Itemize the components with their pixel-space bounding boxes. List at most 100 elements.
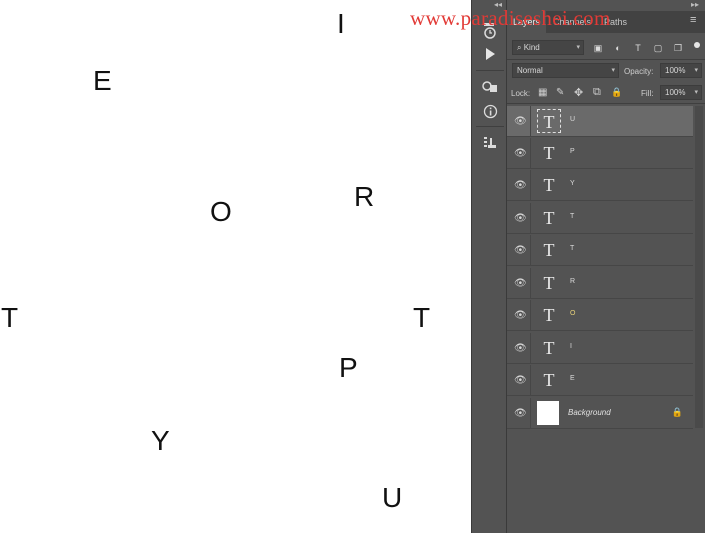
layers-scrollbar[interactable]	[695, 106, 703, 428]
opacity-value: 100%	[665, 66, 686, 75]
lock-label: Lock:	[511, 89, 531, 98]
canvas-letter-u[interactable]: U	[382, 484, 402, 512]
layer-row-background[interactable]: 👁 Background 🔒	[507, 398, 693, 429]
layer-row-t-1[interactable]: 👁 T T	[507, 203, 693, 234]
layer-row-t-2[interactable]: 👁 T T	[507, 235, 693, 266]
layer-row-u[interactable]: 👁 T U	[507, 106, 693, 137]
lock-artboard-icon[interactable]: ⧉	[593, 86, 601, 99]
visibility-eye-icon[interactable]: 👁	[514, 310, 527, 321]
canvas-letter-r[interactable]: R	[354, 183, 374, 211]
canvas-letter-p[interactable]: P	[339, 354, 358, 382]
layer-name[interactable]: Y	[570, 180, 575, 187]
layer-name[interactable]: I	[570, 343, 572, 350]
color-swatches-icon[interactable]	[479, 76, 501, 98]
canvas-letter-t-left[interactable]: T	[1, 304, 18, 332]
opacity-label: Opacity:	[624, 67, 654, 76]
visibility-eye-icon[interactable]: 👁	[514, 408, 527, 419]
fill-value: 100%	[665, 88, 686, 97]
divider	[530, 235, 531, 266]
lock-image-pixels-icon[interactable]: ✎	[556, 87, 564, 98]
info-icon[interactable]	[479, 100, 501, 122]
layer-name[interactable]: T	[570, 213, 574, 220]
panel-menu-icon[interactable]: ≡	[690, 14, 700, 26]
adjustment-layer-filter-icon[interactable]: ◐	[612, 42, 624, 54]
lock-position-icon[interactable]: ✥	[574, 86, 583, 99]
visibility-eye-icon[interactable]: 👁	[514, 116, 527, 127]
smart-object-filter-icon[interactable]: ❐	[672, 42, 684, 54]
pixel-layer-filter-icon[interactable]: ▣	[592, 42, 604, 54]
text-layer-thumbnail-icon: T	[543, 175, 555, 195]
divider	[530, 333, 531, 364]
divider	[530, 138, 531, 169]
text-layer-thumbnail-icon: T	[543, 240, 555, 260]
layer-row-o[interactable]: 👁 T O	[507, 300, 693, 331]
text-layer-thumbnail-icon: T	[543, 208, 555, 228]
filter-kind-dropdown[interactable]: ⌕ Kind ▾	[512, 40, 584, 55]
visibility-eye-icon[interactable]: 👁	[514, 375, 527, 386]
visibility-eye-icon[interactable]: 👁	[514, 180, 527, 191]
visibility-eye-icon[interactable]: 👁	[514, 213, 527, 224]
fill-field[interactable]: 100% ▾	[660, 85, 702, 100]
panel-tool-strip: ◂◂	[471, 0, 507, 533]
layer-name[interactable]: U	[570, 116, 575, 123]
layer-name[interactable]: R	[570, 278, 575, 285]
shape-layer-filter-icon[interactable]: ▢	[652, 42, 664, 54]
visibility-eye-icon[interactable]: 👁	[514, 278, 527, 289]
layer-row-p[interactable]: 👁 T P	[507, 138, 693, 169]
canvas-letter-i[interactable]: I	[337, 10, 345, 38]
divider	[507, 59, 705, 60]
lock-all-icon[interactable]: 🔒	[611, 87, 622, 98]
layer-name[interactable]: E	[570, 375, 575, 382]
filter-toggle-icon[interactable]	[694, 42, 700, 48]
blend-mode-value: Normal	[517, 66, 543, 75]
canvas-letter-t-right[interactable]: T	[413, 304, 430, 332]
visibility-eye-icon[interactable]: 👁	[514, 245, 527, 256]
divider	[530, 203, 531, 234]
layer-lock-icon: 🔒	[671, 407, 683, 417]
chevron-down-icon: ▾	[694, 89, 698, 96]
text-layer-thumbnail-icon: T	[537, 109, 561, 133]
layer-name[interactable]: T	[570, 245, 574, 252]
chevron-down-icon: ▾	[611, 67, 615, 74]
layer-row-i[interactable]: 👁 T I	[507, 333, 693, 364]
divider	[530, 170, 531, 201]
visibility-eye-icon[interactable]: 👁	[514, 343, 527, 354]
properties-icon[interactable]	[479, 132, 501, 154]
text-layer-thumbnail-icon: T	[543, 305, 555, 325]
collapse-right-icon[interactable]: ▸▸	[691, 0, 699, 9]
filter-search-icon: ⌕	[517, 43, 522, 52]
tool-divider	[476, 70, 504, 71]
play-action-icon[interactable]	[479, 43, 501, 65]
layer-row-r[interactable]: 👁 T R	[507, 268, 693, 299]
type-layer-filter-icon[interactable]: T	[632, 42, 644, 54]
canvas-letter-y[interactable]: Y	[151, 427, 170, 455]
layer-row-y[interactable]: 👁 T Y	[507, 170, 693, 201]
text-layer-thumbnail-icon: T	[543, 273, 555, 293]
layer-row-e[interactable]: 👁 T E	[507, 365, 693, 396]
divider	[530, 268, 531, 299]
layers-panel: ▸▸ Layers Channels Paths ≡ ⌕ Kind ▾ ▣ ◐ …	[507, 0, 705, 533]
chevron-down-icon: ▾	[694, 67, 698, 74]
divider	[507, 103, 705, 104]
tool-divider	[476, 126, 504, 127]
opacity-field[interactable]: 100% ▾	[660, 63, 702, 78]
fill-label: Fill:	[641, 89, 654, 98]
divider	[530, 398, 531, 429]
layer-name[interactable]: Background	[568, 408, 611, 417]
watermark-text: www.paradiseshei.com	[410, 6, 611, 30]
background-thumbnail	[537, 401, 559, 425]
layer-name[interactable]: P	[570, 148, 575, 155]
divider	[530, 300, 531, 331]
text-layer-thumbnail-icon: T	[543, 143, 555, 163]
blend-mode-dropdown[interactable]: Normal ▾	[512, 63, 619, 78]
text-layer-thumbnail-icon: T	[543, 338, 555, 358]
canvas-letter-e[interactable]: E	[93, 67, 112, 95]
lock-transparent-pixels-icon[interactable]: ▦	[538, 87, 547, 98]
divider	[530, 106, 531, 137]
visibility-eye-icon[interactable]: 👁	[514, 148, 527, 159]
document-canvas[interactable]: I E R O T T P Y U	[0, 0, 471, 533]
divider	[530, 365, 531, 396]
layer-name[interactable]: O	[570, 310, 575, 317]
chevron-down-icon: ▾	[576, 44, 580, 51]
canvas-letter-o[interactable]: O	[210, 198, 232, 226]
